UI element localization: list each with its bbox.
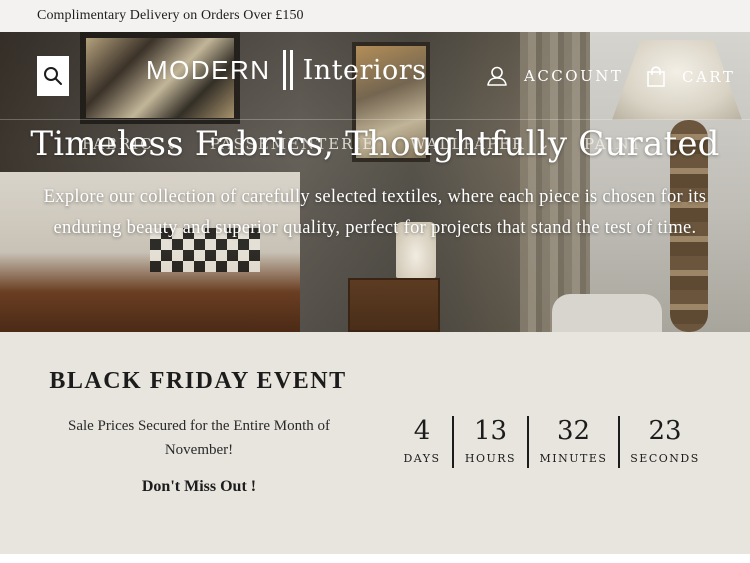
promo-cta: Don't Miss Out ! — [141, 478, 257, 495]
cart-label: CART — [682, 68, 736, 86]
search-icon — [44, 67, 62, 85]
countdown-label: HOURS — [464, 452, 517, 465]
logo-bars — [282, 50, 293, 90]
countdown-value: 4 — [413, 416, 431, 446]
logo-interiors: Interiors — [302, 54, 427, 86]
announcement-bar: Complimentary Delivery on Orders Over £1… — [0, 0, 750, 32]
hero-subtitle: Explore our collection of carefully sele… — [43, 187, 707, 238]
account-label: ACCOUNT — [524, 67, 624, 85]
cart-link[interactable]: CART — [646, 66, 735, 88]
header-divider — [0, 119, 750, 120]
countdown-value: 13 — [473, 416, 508, 446]
logo-modern: MODERN — [146, 54, 271, 85]
brand-logo[interactable]: MODERN Interiors — [146, 50, 427, 90]
countdown-seconds: 23 SECONDS — [620, 416, 710, 468]
user-icon — [487, 66, 507, 86]
countdown-value: 23 — [648, 416, 682, 446]
hero-banner: MODERN Interiors ACCOUNT CART FABRIC ⌄ P… — [0, 32, 750, 332]
announcement-text: Complimentary Delivery on Orders Over £1… — [37, 8, 304, 23]
countdown-value: 32 — [556, 416, 591, 446]
countdown-label: SECONDS — [630, 452, 700, 465]
search-button[interactable] — [37, 56, 69, 96]
countdown-label: DAYS — [403, 452, 441, 465]
countdown-hours: 13 HOURS — [454, 416, 529, 468]
hero-photo-chair — [552, 294, 662, 332]
account-link[interactable]: ACCOUNT — [486, 66, 623, 86]
promo-title: BLACK FRIDAY EVENT — [49, 368, 347, 394]
countdown-days: 4 DAYS — [392, 416, 454, 468]
promo-text: Sale Prices Secured for the Entire Month… — [67, 418, 330, 458]
countdown-minutes: 32 MINUTES — [529, 416, 620, 468]
shopping-bag-icon — [647, 66, 665, 87]
countdown-label: MINUTES — [539, 452, 608, 465]
countdown-timer: 4 DAYS 13 HOURS 32 MINUTES 23 SECONDS — [392, 416, 710, 468]
hero-title: Timeless Fabrics, Thoughtfully Curated — [30, 124, 720, 164]
hero-photo-nightstand — [348, 278, 440, 332]
black-friday-section: BLACK FRIDAY EVENT Sale Prices Secured f… — [0, 332, 750, 554]
